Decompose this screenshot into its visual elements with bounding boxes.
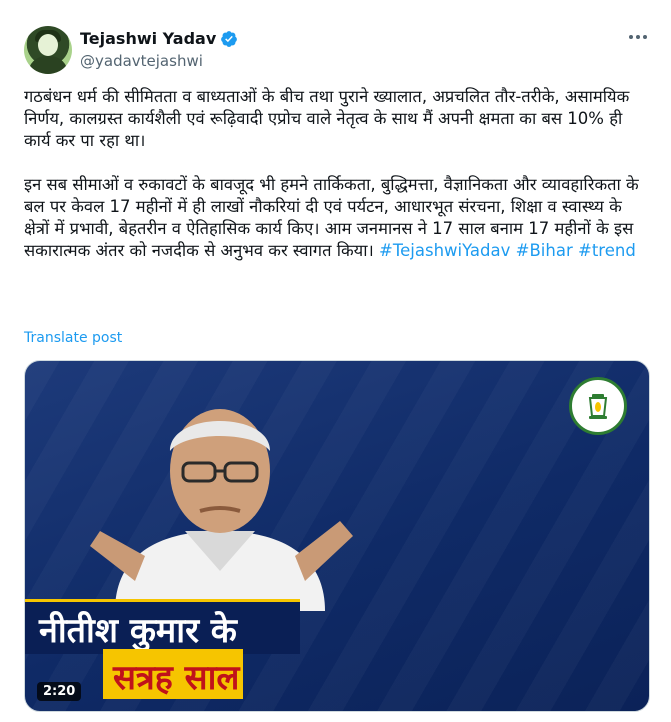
more-icon[interactable] xyxy=(627,28,649,46)
author-name[interactable]: Tejashwi Yadav xyxy=(80,29,216,48)
caption-line-2: सत्रह साल xyxy=(103,649,243,699)
video-duration-badge: 2:20 xyxy=(37,682,82,701)
caption-line-1-text: नीतीश कुमार के xyxy=(39,611,237,651)
author-row: Tejashwi Yadav xyxy=(80,29,238,48)
party-logo-icon xyxy=(569,377,627,435)
caption-line-2-text: सत्रह साल xyxy=(113,658,240,698)
author-handle[interactable]: @yadavtejashwi xyxy=(80,52,203,70)
translate-post-link[interactable]: Translate post xyxy=(24,330,122,346)
video-thumbnail[interactable]: नीतीश कुमार के सत्रह साल 2:20 xyxy=(24,360,650,712)
more-dots-icon xyxy=(629,35,647,39)
avatar[interactable] xyxy=(24,26,72,74)
hashtag-bihar[interactable]: #Bihar xyxy=(516,241,573,260)
tweet-paragraph-1: गठबंधन धर्म की सीमितता व बाध्यताओं के बी… xyxy=(24,87,630,150)
caption-line-1: नीतीश कुमार के xyxy=(25,599,300,654)
lantern-icon xyxy=(588,394,608,419)
tweet-text: गठबंधन धर्म की सीमितता व बाध्यताओं के बी… xyxy=(24,86,649,262)
person-illustration xyxy=(90,409,353,611)
hashtag-tejashwiyadav[interactable]: #TejashwiYadav xyxy=(379,241,510,260)
verified-badge-icon xyxy=(221,30,238,47)
tweet-paragraph-2: इन सब सीमाओं व रुकावटों के बावजूद भी हमन… xyxy=(24,174,649,262)
hashtag-trend[interactable]: #trend xyxy=(578,241,636,260)
